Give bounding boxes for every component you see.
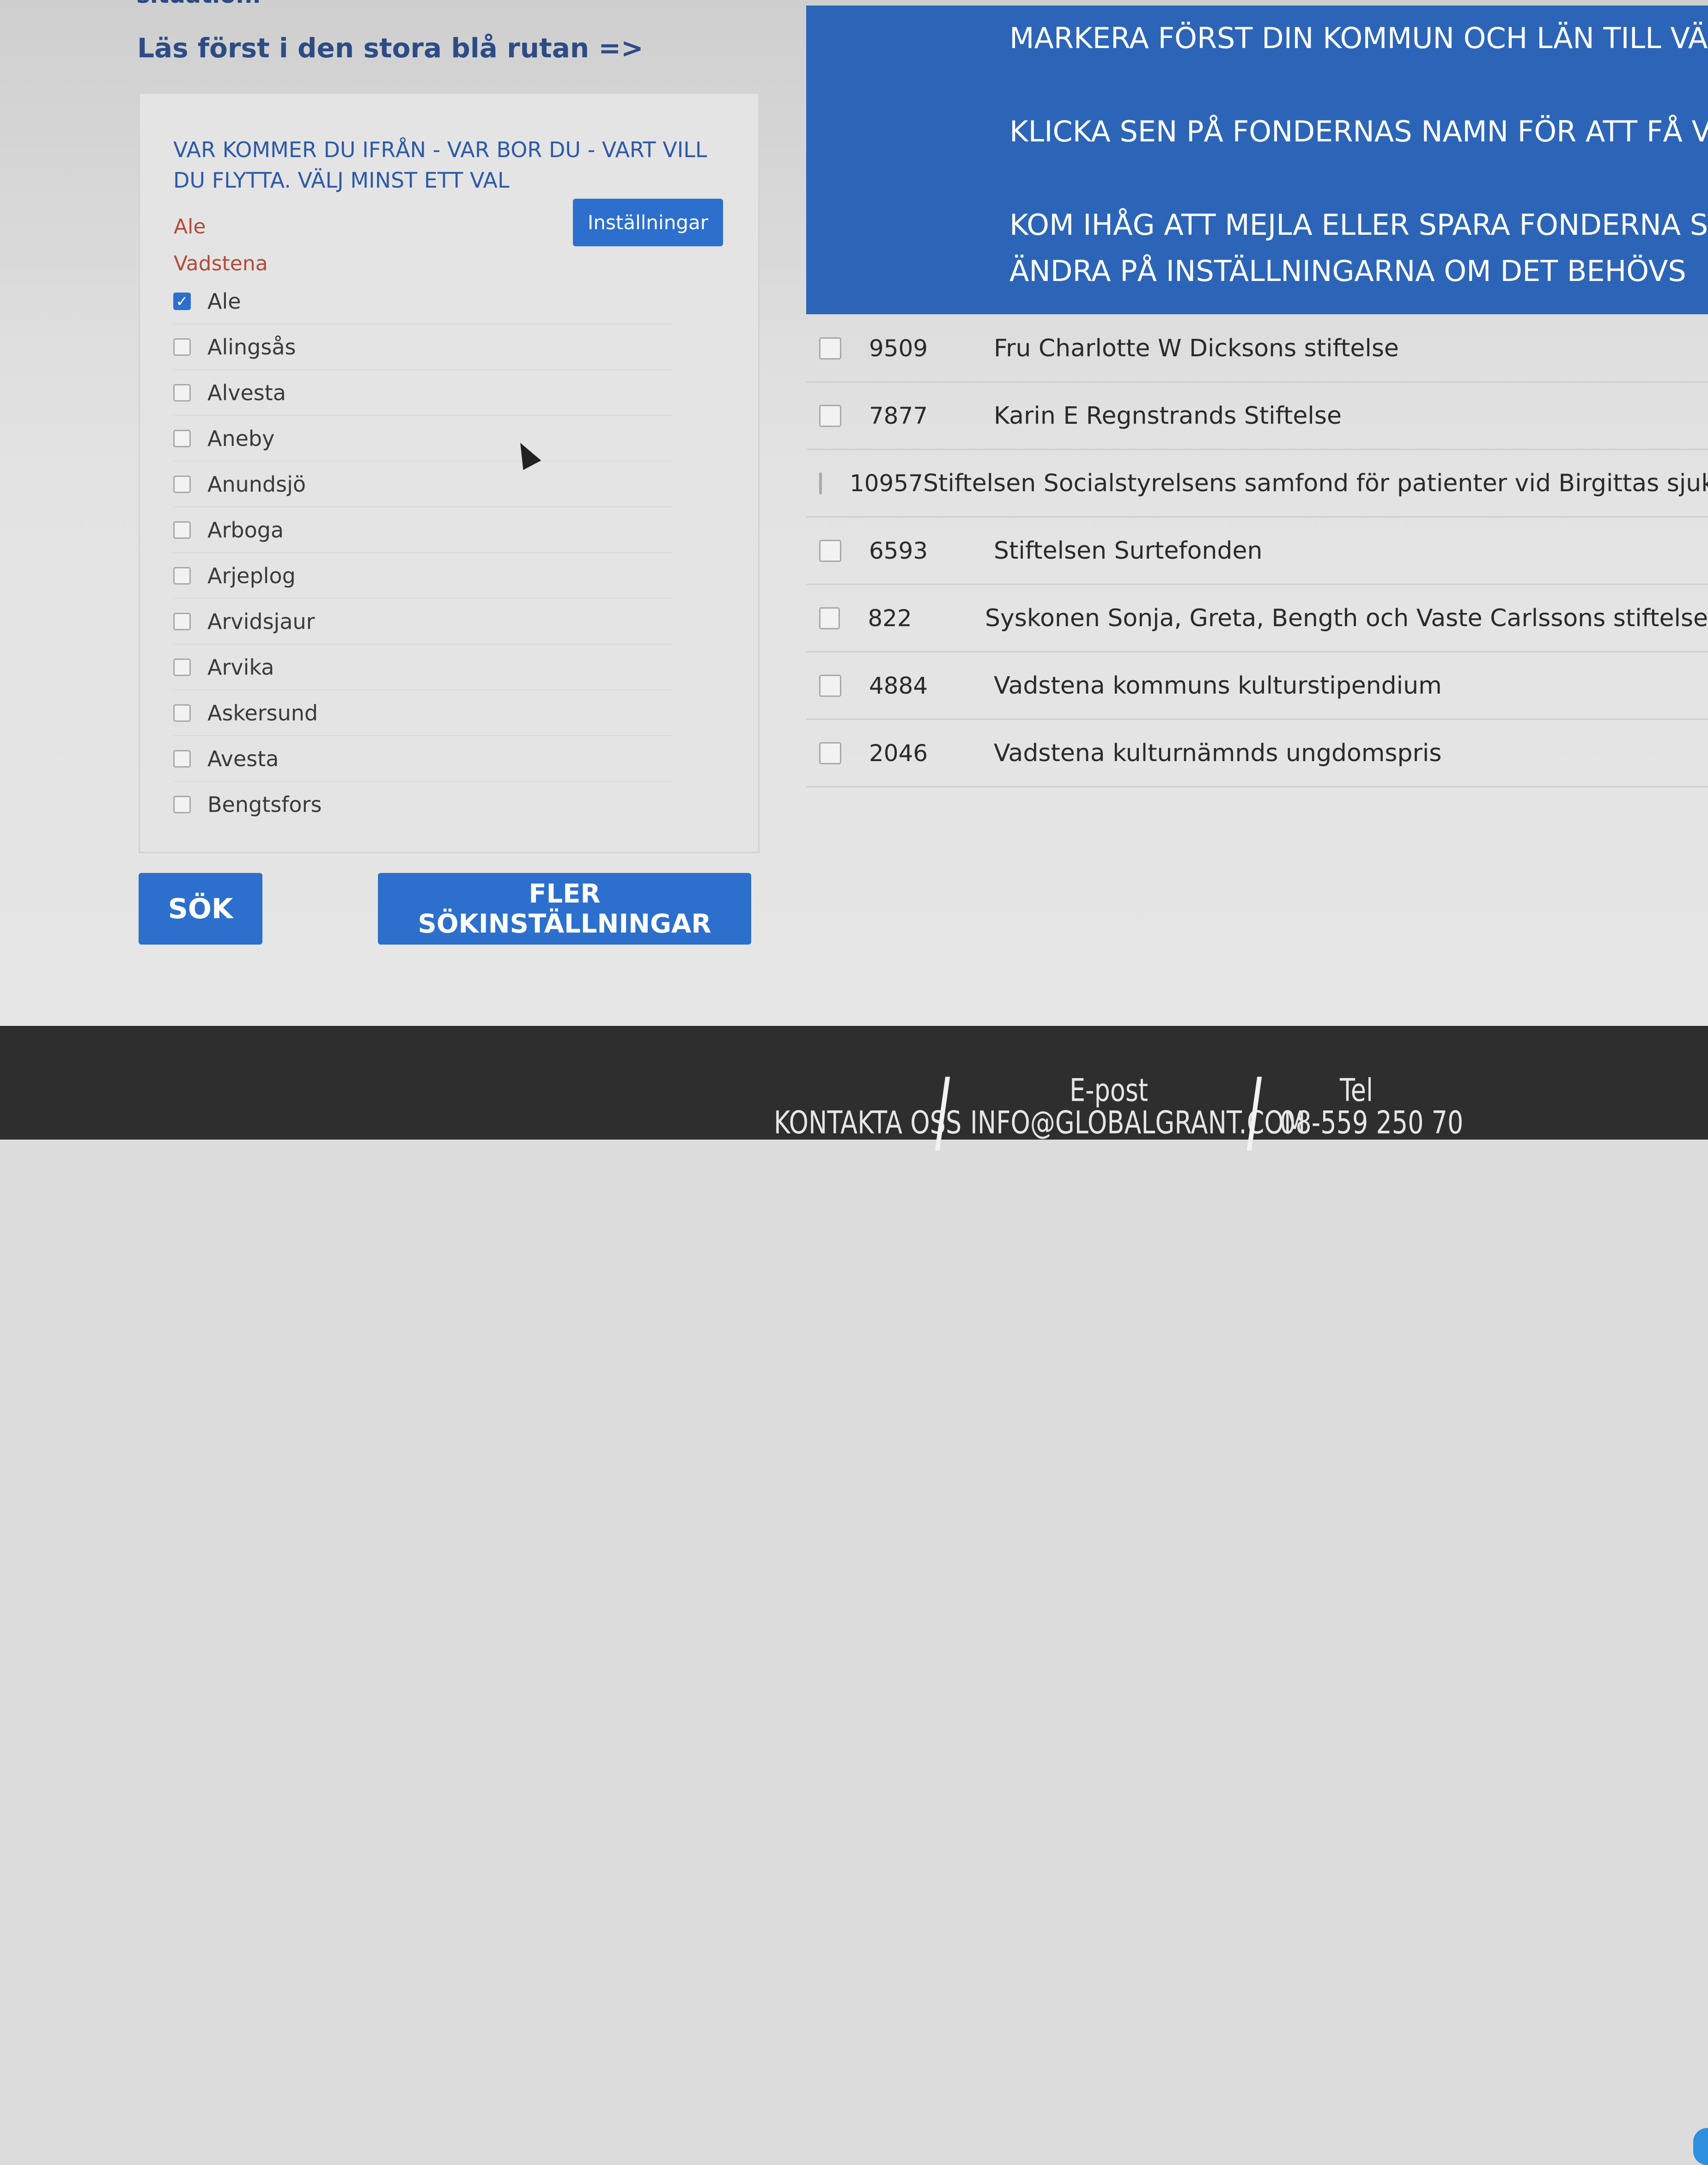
municipality-label: Arjeplog <box>207 563 296 588</box>
checkbox[interactable] <box>819 742 841 764</box>
municipality-item[interactable]: Avesta <box>173 735 672 781</box>
checkbox[interactable] <box>173 795 191 813</box>
fund-row[interactable]: 9509 Fru Charlotte W Dicksons stiftelse <box>806 315 1708 383</box>
settings-button[interactable]: Inställningar <box>573 199 723 246</box>
selected-municipality: Vadstena <box>174 252 268 275</box>
contact-link[interactable]: KONTAKTA OSS <box>774 1104 961 1141</box>
fund-row[interactable]: 822 Syskonen Sonja, Greta, Bength och Vas… <box>806 585 1708 653</box>
municipality-item[interactable]: Arboga <box>173 506 672 552</box>
municipality-label: Arboga <box>207 517 284 543</box>
municipality-item[interactable]: Alvesta <box>173 369 672 415</box>
municipality-label: Alvesta <box>207 380 286 405</box>
chat-widget-icon[interactable] <box>1693 2128 1708 2165</box>
municipality-label: Arvika <box>207 654 274 680</box>
checkbox[interactable] <box>819 472 822 494</box>
search-button[interactable]: SÖK <box>139 873 262 945</box>
checkbox[interactable] <box>173 658 191 676</box>
fund-row[interactable]: 7877 Karin E Regnstrands Stiftelse <box>806 383 1708 450</box>
fund-name-link[interactable]: Stiftelsen Surtefonden <box>994 537 1262 565</box>
fund-row[interactable]: 4884 Vadstena kommuns kulturstipendium <box>806 653 1708 720</box>
fund-row[interactable]: 10957 Stiftelsen Socialstyrelsens samfond… <box>806 450 1708 518</box>
fund-id: 6593 <box>869 537 928 564</box>
checkbox[interactable] <box>819 674 841 697</box>
checkbox[interactable] <box>173 704 191 722</box>
municipality-item[interactable]: Alingsås <box>173 323 672 369</box>
fund-row[interactable]: 6593 Stiftelsen Surtefonden <box>806 518 1708 585</box>
municipality-label: Aneby <box>207 426 275 451</box>
municipality-item[interactable]: Arvika <box>173 644 672 689</box>
fund-name-link[interactable]: Stiftelsen Socialstyrelsens samfond för … <box>923 470 1708 497</box>
fund-id: 822 <box>868 604 912 632</box>
fund-id: 7877 <box>869 402 928 429</box>
checkbox[interactable] <box>819 404 841 427</box>
municipality-label: Bengtsfors <box>207 792 322 817</box>
fund-name-link[interactable]: Fru Charlotte W Dicksons stiftelse <box>994 335 1399 362</box>
selected-municipality: Ale <box>174 215 206 238</box>
municipality-label: Anundsjö <box>207 471 306 497</box>
checkbox[interactable] <box>173 612 191 630</box>
checkbox[interactable] <box>173 567 191 585</box>
fund-id: 10957 <box>850 470 924 497</box>
municipality-item[interactable]: Arvidsjaur <box>173 598 672 644</box>
municipality-label: Alingsås <box>207 334 296 360</box>
municipality-item[interactable]: Bengtsfors <box>173 781 672 827</box>
checkbox[interactable] <box>173 521 191 539</box>
fund-name-link[interactable]: Vadstena kommuns kulturstipendium <box>994 672 1442 700</box>
phone-number: 08-559 250 70 <box>1280 1104 1464 1141</box>
intro-text: Läs först i den stora blå rutan => <box>137 32 644 64</box>
municipality-item[interactable]: Aneby <box>173 415 672 461</box>
fund-id: 9509 <box>869 335 928 362</box>
municipality-item[interactable]: Arjeplog <box>173 552 672 598</box>
fund-id: 4884 <box>869 672 928 699</box>
municipality-item[interactable]: Askersund <box>173 689 672 735</box>
panel-title: VAR KOMMER DU IFRÅN - VAR BOR DU - VART … <box>173 137 707 193</box>
municipality-panel: VAR KOMMER DU IFRÅN - VAR BOR DU - VART … <box>139 92 760 853</box>
checkbox[interactable] <box>819 539 841 562</box>
fund-results-list: 9509 Fru Charlotte W Dicksons stiftelse 7… <box>806 315 1708 787</box>
more-settings-button[interactable]: FLER SÖKINSTÄLLNINGAR <box>378 873 751 945</box>
checkbox[interactable] <box>173 338 191 356</box>
instruction-banner: MARKERA FÖRST DIN KOMMUN OCH LÄN TILL VÄ… <box>806 6 1708 314</box>
cut-off-heading: situation. <box>136 0 261 8</box>
checkbox[interactable] <box>173 475 191 493</box>
fund-name-link[interactable]: Karin E Regnstrands Stiftelse <box>994 402 1342 430</box>
fund-name-link[interactable]: Syskonen Sonja, Greta, Bength och Vaste … <box>985 604 1708 632</box>
municipality-label: Arvidsjaur <box>207 609 315 634</box>
footer: KONTAKTA OSS E-post INFO@GLOBALGRANT.COM… <box>0 1026 1708 2165</box>
municipality-label: Ale <box>207 288 241 314</box>
checkbox[interactable] <box>819 607 840 629</box>
banner-line: ÄNDRA PÅ INSTÄLLNINGARNA OM DET BEHÖVS <box>1009 254 1686 288</box>
municipality-list: ✓ Ale Alingsås Alvesta Aneby Anundsjö Arb… <box>173 279 672 827</box>
municipality-item[interactable]: Anundsjö <box>173 461 672 506</box>
email-label: E-post <box>1070 1072 1149 1109</box>
banner-line: MARKERA FÖRST DIN KOMMUN OCH LÄN TILL VÄ… <box>1009 21 1708 55</box>
page: situation. Läs först i den stora blå rut… <box>0 0 1708 1026</box>
fund-id: 2046 <box>869 739 928 767</box>
checkbox[interactable] <box>173 384 191 402</box>
phone-label: Tel <box>1340 1072 1374 1109</box>
checkbox[interactable] <box>173 750 191 768</box>
municipality-label: Avesta <box>207 746 279 771</box>
municipality-item[interactable]: ✓ Ale <box>173 279 672 323</box>
banner-line: KLICKA SEN PÅ FONDERNAS NAMN FÖR ATT FÅ … <box>1009 115 1708 148</box>
banner-line: KOM IHÅG ATT MEJLA ELLER SPARA FONDERNA … <box>1009 208 1708 242</box>
checkbox[interactable] <box>173 429 191 447</box>
fund-row[interactable]: 2046 Vadstena kulturnämnds ungdomspris <box>806 720 1708 787</box>
checkbox[interactable] <box>819 337 841 360</box>
fund-name-link[interactable]: Vadstena kulturnämnds ungdomspris <box>994 739 1441 767</box>
municipality-label: Askersund <box>207 700 318 726</box>
checkbox-checked[interactable]: ✓ <box>173 292 191 310</box>
